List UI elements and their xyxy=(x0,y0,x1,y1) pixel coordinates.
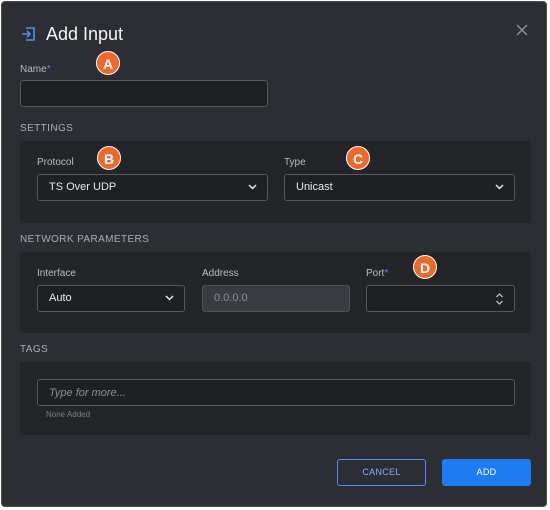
sign-in-icon xyxy=(22,27,35,41)
stepper-arrows-icon[interactable] xyxy=(495,292,504,306)
cancel-button[interactable]: CANCEL xyxy=(337,459,426,486)
address-label: Address xyxy=(202,268,239,279)
tags-empty-text: None Added xyxy=(46,410,91,419)
tags-heading: TAGS xyxy=(20,344,49,355)
interface-select[interactable]: Auto xyxy=(37,285,185,312)
tags-input[interactable] xyxy=(37,379,515,406)
port-input[interactable] xyxy=(366,285,515,312)
annotation-badge-a: A xyxy=(96,51,120,75)
annotation-badge-d: D xyxy=(413,255,437,279)
close-icon[interactable] xyxy=(514,22,530,38)
add-input-dialog: Add Input A Name* SETTINGS Protocol TS O… xyxy=(1,1,547,507)
address-field: 0.0.0.0 xyxy=(202,285,350,312)
annotation-badge-c: C xyxy=(346,146,370,170)
network-panel: Interface Auto Address 0.0.0.0 Port* xyxy=(20,252,531,333)
type-label: Type xyxy=(284,157,306,168)
interface-label: Interface xyxy=(37,268,76,279)
port-label: Port* xyxy=(366,268,389,279)
name-input[interactable] xyxy=(20,80,268,107)
network-parameters-heading: NETWORK PARAMETERS xyxy=(20,234,150,245)
protocol-value: TS Over UDP xyxy=(49,181,117,193)
chevron-down-icon xyxy=(495,184,504,190)
chevron-down-icon xyxy=(248,184,257,190)
type-select[interactable]: Unicast xyxy=(284,174,515,201)
tags-panel: None Added xyxy=(20,362,531,435)
add-button[interactable]: ADD xyxy=(442,459,531,486)
protocol-label: Protocol xyxy=(37,157,74,168)
type-value: Unicast xyxy=(296,181,333,193)
chevron-down-icon xyxy=(165,295,174,301)
protocol-select[interactable]: TS Over UDP xyxy=(37,174,268,201)
dialog-title: Add Input xyxy=(46,24,124,44)
address-value: 0.0.0.0 xyxy=(214,292,248,304)
name-label: Name* xyxy=(20,64,51,75)
annotation-badge-b: B xyxy=(97,146,121,170)
interface-value: Auto xyxy=(49,292,72,304)
settings-heading: SETTINGS xyxy=(20,123,74,134)
